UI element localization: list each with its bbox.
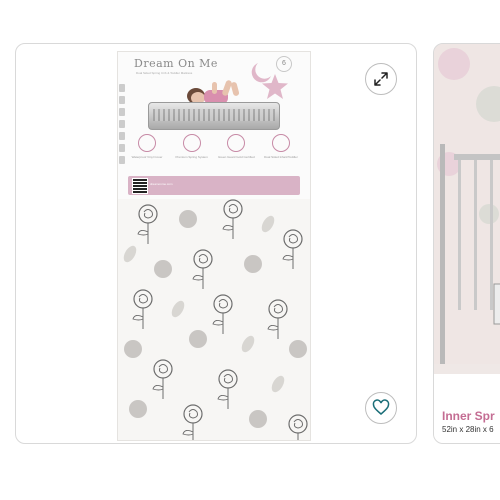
waterproof-icon — [138, 134, 156, 152]
qr-code-icon — [132, 178, 148, 194]
mattress-illustration — [148, 102, 280, 130]
expand-icon — [374, 72, 388, 86]
info-band: dreamonme.com — [128, 176, 300, 195]
age-badge: 6 — [276, 56, 292, 72]
crib-scene-image — [434, 44, 500, 364]
feature-item: Dual Sided Infant/Toddler — [262, 134, 300, 172]
feature-item: Premium Spring System — [173, 134, 211, 172]
mattress-product-image: Dream On Me Dual Sided Spring Crib & Tod… — [117, 51, 311, 441]
favorite-button[interactable] — [365, 392, 397, 424]
feature-text: Waterproof Vinyl Cover — [131, 155, 163, 159]
tagline: Dual Sided Spring Crib & Toddler Mattres… — [136, 71, 193, 75]
feature-item: Waterproof Vinyl Cover — [128, 134, 166, 172]
next-product-size: 52in x 28in x 6 — [442, 425, 494, 434]
certified-icon — [227, 134, 246, 152]
mattress-label: Dream On Me Dual Sided Spring Crib & Tod… — [118, 52, 310, 199]
feature-text: Dual Sided Infant/Toddler — [264, 155, 298, 159]
floral-pattern — [121, 199, 308, 440]
side-tabs — [118, 80, 126, 190]
next-product-title: Inner Spr — [442, 409, 495, 423]
band-text: dreamonme.com — [150, 182, 173, 186]
brand-name: Dream On Me — [134, 57, 218, 70]
star-icon — [262, 74, 288, 99]
heart-icon — [372, 399, 390, 415]
feature-item: Green Guard Gold Certified — [217, 134, 255, 172]
feature-text: Premium Spring System — [175, 155, 208, 159]
dual-side-icon — [271, 134, 290, 152]
feature-text: Green Guard Gold Certified — [217, 155, 255, 159]
feature-list: Waterproof Vinyl Cover Premium Spring Sy… — [128, 134, 300, 172]
next-product-card[interactable]: Inner Spr 52in x 28in x 6 — [433, 43, 500, 444]
spring-icon — [182, 134, 201, 152]
expand-button[interactable] — [365, 63, 397, 95]
product-image-card[interactable]: Dream On Me Dual Sided Spring Crib & Tod… — [15, 43, 417, 444]
